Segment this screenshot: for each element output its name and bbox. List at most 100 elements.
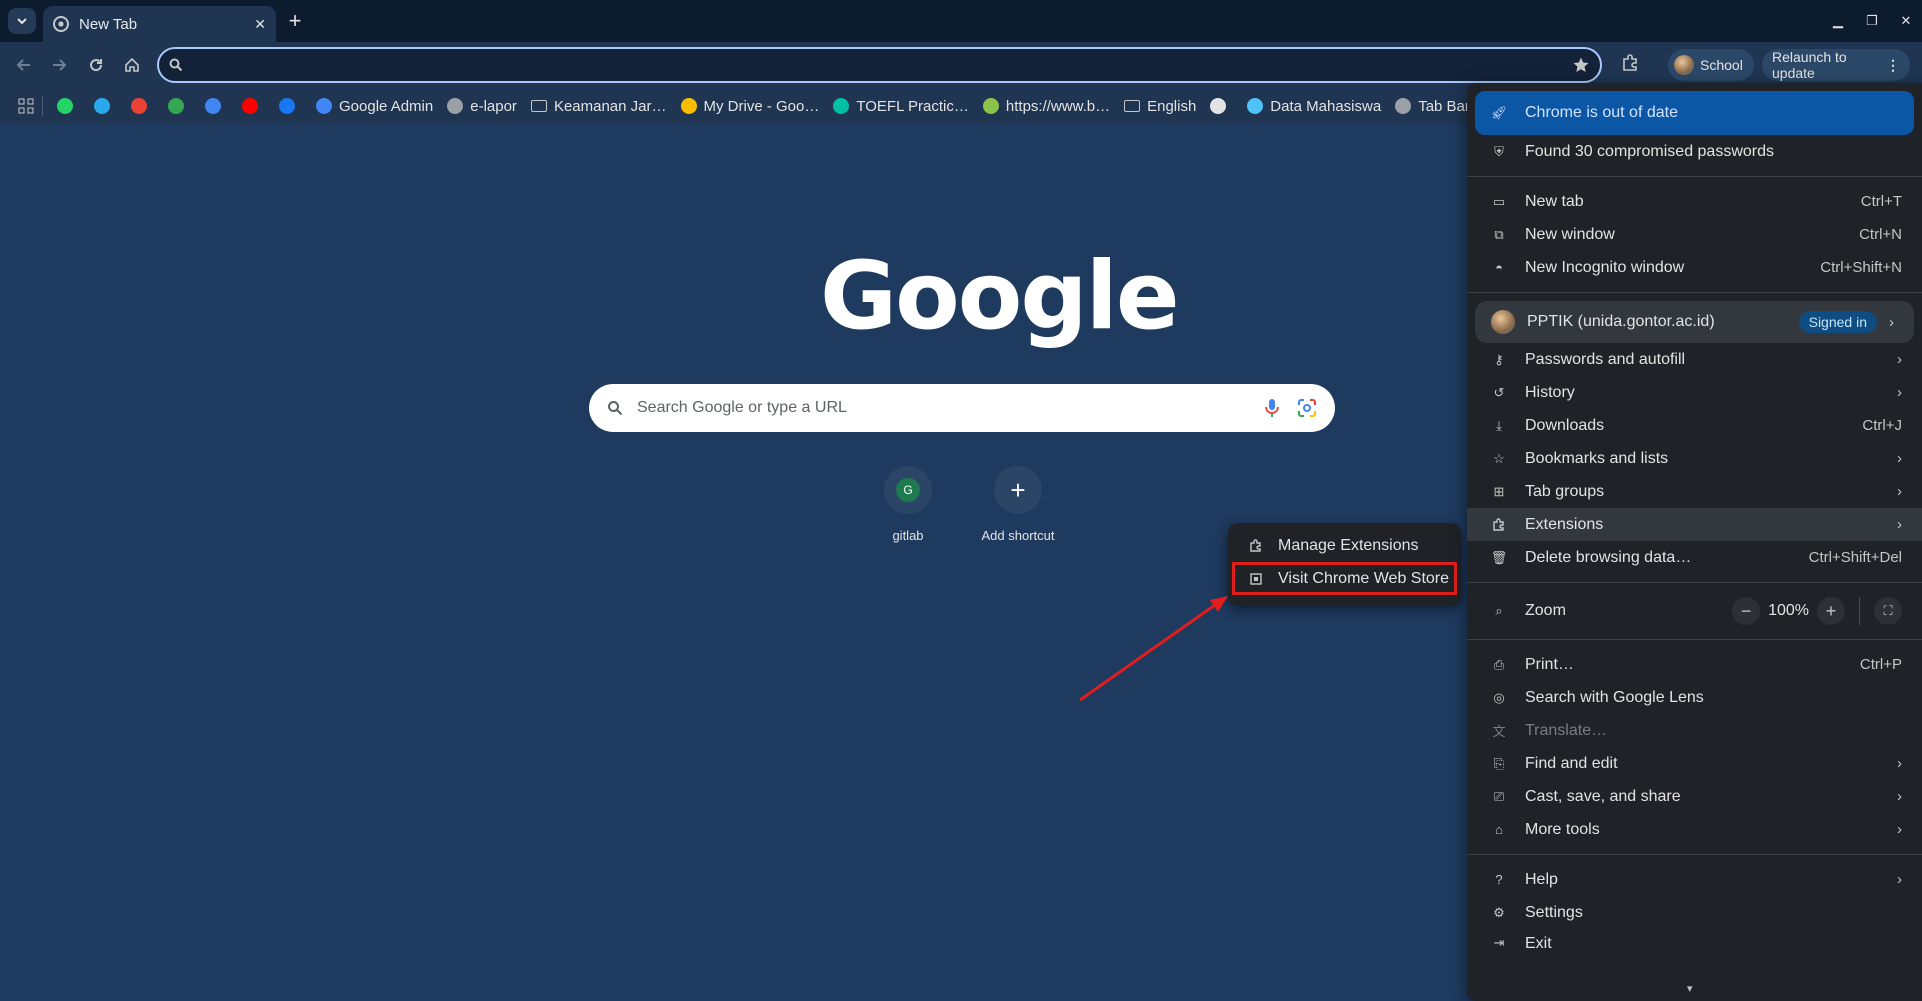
add-shortcut-button[interactable]: + Add shortcut: [968, 466, 1068, 543]
tab-groups-item[interactable]: ⊞ Tab groups ›: [1467, 475, 1922, 508]
bookmark-item[interactable]: My Drive - Goo…: [680, 98, 819, 115]
bookmark-item[interactable]: [279, 98, 302, 114]
new-tab-item[interactable]: ▭ New tab Ctrl+T: [1467, 185, 1922, 218]
globe-icon: [447, 98, 464, 114]
bookmark-item[interactable]: [242, 98, 265, 114]
folder-icon: [530, 100, 547, 112]
bookmark-item[interactable]: [1210, 98, 1233, 114]
apps-grid-icon[interactable]: [18, 98, 34, 114]
reload-icon[interactable]: [84, 53, 108, 77]
new-incognito-window-item[interactable]: ◓ New Incognito window Ctrl+Shift+N: [1467, 251, 1922, 284]
visit-chrome-web-store-item[interactable]: Visit Chrome Web Store: [1232, 562, 1457, 595]
find-icon: ⎘: [1493, 755, 1505, 771]
chrome-icon: [53, 16, 69, 32]
bookmark-item[interactable]: [205, 98, 228, 114]
profile-chip[interactable]: School: [1668, 49, 1754, 81]
compromised-passwords-item[interactable]: ⛨ Found 30 compromised passwords: [1467, 135, 1922, 168]
bookmark-item[interactable]: [57, 98, 80, 114]
settings-item[interactable]: ⚙ Settings: [1467, 896, 1922, 929]
restore-icon[interactable]: ❐: [1862, 12, 1882, 30]
tab-search-button[interactable]: [8, 8, 36, 34]
find-edit-item[interactable]: ⎘ Find and edit ›: [1467, 747, 1922, 780]
cast-save-share-label: Cast, save, and share: [1525, 787, 1681, 805]
bookmark-item[interactable]: e-lapor: [447, 98, 517, 115]
google-lens-icon[interactable]: [1297, 398, 1317, 418]
home-icon[interactable]: [120, 53, 144, 77]
help-item[interactable]: ? Help ›: [1467, 863, 1922, 896]
more-tools-item[interactable]: ⌂ More tools ›: [1467, 813, 1922, 846]
bookmark-item[interactable]: [168, 98, 191, 114]
close-tab-icon[interactable]: ✕: [254, 16, 266, 33]
minimize-icon[interactable]: ▁: [1828, 12, 1848, 30]
delete-browsing-data-label: Delete browsing data…: [1525, 548, 1692, 566]
ntp-search-box[interactable]: Search Google or type a URL: [589, 384, 1335, 432]
shortcut-label: gitlab: [892, 528, 924, 543]
search-icon: [169, 58, 183, 72]
omnibox-input[interactable]: [191, 56, 1572, 74]
extensions-submenu: Manage Extensions Visit Chrome Web Store: [1228, 523, 1461, 605]
manage-extensions-label: Manage Extensions: [1278, 536, 1419, 554]
new-window-item[interactable]: ⧉ New window Ctrl+N: [1467, 218, 1922, 251]
zoom-value: 100%: [1768, 602, 1809, 619]
chevron-right-icon: ›: [1897, 821, 1902, 838]
youtube-icon: [242, 98, 258, 114]
history-item[interactable]: ↺ History ›: [1467, 376, 1922, 409]
tab-new-tab[interactable]: New Tab ✕: [43, 6, 276, 42]
relaunch-label: Relaunch to update: [1772, 49, 1847, 81]
bookmark-item[interactable]: [131, 98, 154, 114]
bookmarks-lists-label: Bookmarks and lists: [1525, 449, 1669, 467]
new-tab-button[interactable]: +: [284, 8, 306, 33]
bookmark-item[interactable]: English: [1124, 98, 1196, 115]
bookmark-item[interactable]: Google Admin: [316, 98, 433, 115]
bookmarks-lists-item[interactable]: ☆ Bookmarks and lists ›: [1467, 442, 1922, 475]
zoom-item: ⌕ Zoom − 100% + ⛶: [1467, 591, 1922, 631]
bookmarks-divider: [42, 96, 43, 116]
fullscreen-icon[interactable]: ⛶: [1874, 597, 1902, 625]
history-icon: ↺: [1493, 384, 1505, 400]
plus-icon: +: [1010, 474, 1026, 505]
microphone-icon[interactable]: [1265, 398, 1279, 418]
chrome-out-of-date-item[interactable]: 🚀︎ Chrome is out of date: [1475, 91, 1914, 135]
close-window-icon[interactable]: ✕: [1896, 12, 1916, 30]
back-icon[interactable]: [12, 53, 36, 77]
chevron-right-icon: ›: [1897, 384, 1902, 401]
bookmark-item[interactable]: https://www.b…: [982, 98, 1110, 115]
avatar: [1491, 310, 1515, 334]
visit-chrome-web-store-label: Visit Chrome Web Store: [1278, 569, 1450, 587]
more-vert-icon: ⋮: [1886, 56, 1900, 73]
chevron-right-icon: ›: [1897, 450, 1902, 467]
bookmark-star-icon[interactable]: [1572, 56, 1590, 74]
help-label: Help: [1525, 870, 1558, 888]
extensions-item[interactable]: Extensions ›: [1467, 508, 1922, 541]
exit-item[interactable]: ⇥ Exit: [1467, 929, 1922, 951]
gitlab-favicon: G: [896, 478, 920, 502]
bookmark-item[interactable]: [94, 98, 117, 114]
bookmark-item[interactable]: Tab Bar: [1395, 98, 1470, 115]
title-bar: New Tab ✕ + ▁ ❐ ✕: [0, 0, 1922, 42]
print-item[interactable]: ⎙ Print… Ctrl+P: [1467, 648, 1922, 681]
extensions-puzzle-icon[interactable]: [1620, 53, 1640, 73]
ntp-search-placeholder: Search Google or type a URL: [637, 399, 847, 416]
facebook-icon: [279, 98, 295, 114]
forward-icon[interactable]: [47, 53, 71, 77]
bookmark-item[interactable]: TOEFL Practic…: [833, 98, 969, 115]
github-icon: [1210, 98, 1227, 114]
google-lens-item[interactable]: ◎ Search with Google Lens: [1467, 681, 1922, 714]
delete-browsing-data-item[interactable]: 🗑︎ Delete browsing data… Ctrl+Shift+Del: [1467, 541, 1922, 574]
profile-item[interactable]: PPTIK (unida.gontor.ac.id) Signed in ›: [1475, 301, 1914, 343]
profile-chip-label: School: [1700, 57, 1743, 73]
omnibox[interactable]: [157, 47, 1602, 83]
new-window-shortcut: Ctrl+N: [1859, 226, 1902, 243]
zoom-out-button[interactable]: −: [1732, 597, 1761, 625]
zoom-in-button[interactable]: +: [1817, 597, 1845, 625]
passwords-autofill-item[interactable]: ⚷ Passwords and autofill ›: [1467, 343, 1922, 376]
scroll-down-icon[interactable]: ▾: [1687, 982, 1693, 995]
manage-extensions-item[interactable]: Manage Extensions: [1228, 529, 1461, 562]
bookmark-item[interactable]: Keamanan Jar…: [530, 98, 667, 115]
downloads-item[interactable]: ⤓ Downloads Ctrl+J: [1467, 409, 1922, 442]
cast-save-share-item[interactable]: ⎚ Cast, save, and share ›: [1467, 780, 1922, 813]
relaunch-update-button[interactable]: Relaunch to update ⋮: [1762, 49, 1910, 81]
bookmark-item[interactable]: Data Mahasiswa: [1247, 98, 1381, 115]
shortcut-gitlab[interactable]: G gitlab: [858, 466, 958, 543]
bookmark-label: Tab Bar: [1418, 97, 1470, 115]
